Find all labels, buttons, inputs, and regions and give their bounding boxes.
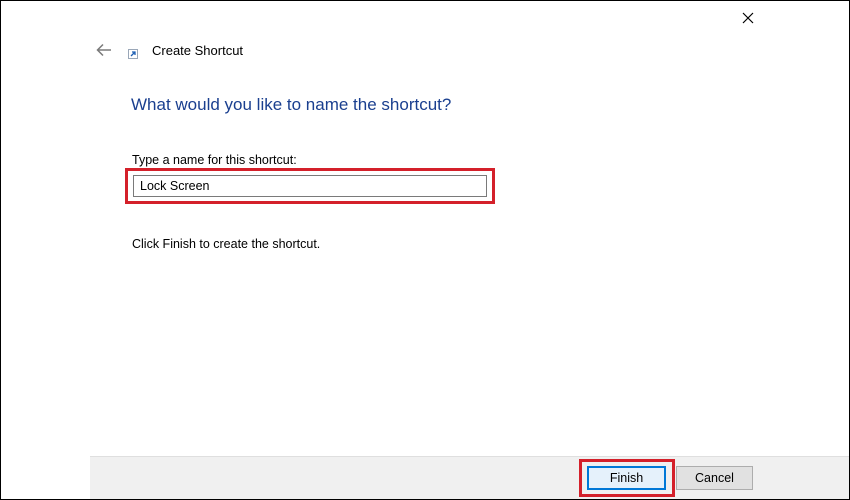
finish-hint-text: Click Finish to create the shortcut. [132, 237, 321, 251]
page-heading: What would you like to name the shortcut… [131, 95, 452, 114]
cancel-button[interactable]: Cancel [676, 466, 753, 490]
back-button[interactable] [93, 39, 115, 61]
shortcut-icon [128, 49, 138, 59]
finish-button[interactable]: Finish [587, 466, 666, 490]
close-button[interactable] [733, 5, 763, 31]
create-shortcut-window: Create Shortcut What would you like to n… [0, 0, 850, 500]
shortcut-name-label: Type a name for this shortcut: [132, 153, 297, 167]
shortcut-name-input[interactable] [133, 175, 487, 197]
window-title: Create Shortcut [152, 43, 244, 58]
back-arrow-icon [96, 43, 111, 57]
shortcut-name-highlight [125, 168, 495, 204]
close-icon [742, 12, 754, 24]
